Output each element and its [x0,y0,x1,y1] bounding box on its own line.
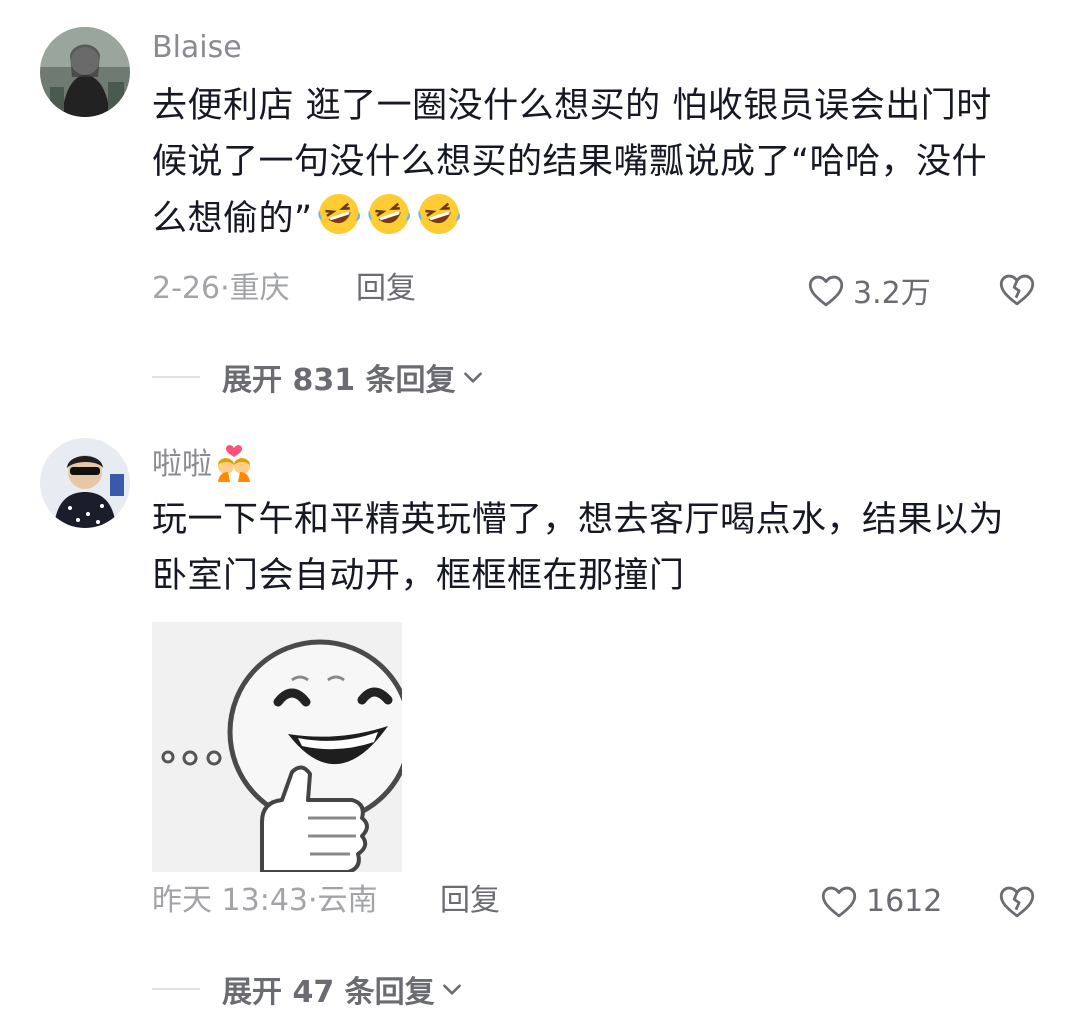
chevron-down-icon [463,372,482,383]
comment-text-fragment: 么想偷的” [152,199,313,239]
expand-replies-label: 展开 831 条回复 [222,363,456,398]
kissing-couple-emoji [218,445,250,482]
comment-meta: 昨天 13:43·云南 [152,881,378,921]
rofl-emoji [318,194,360,234]
username-text: 啦啦 [152,447,212,482]
avatar[interactable] [40,27,130,117]
broken-heart-icon [999,886,1035,918]
expand-replies-button[interactable]: 展开 831 条回复 [152,355,486,399]
username[interactable]: 啦啦 [152,442,254,483]
comment-text-line: 玩一下午和平精英玩懵了，想去客厅喝点水，结果以为 [152,500,1005,540]
meta-separator: · [220,271,230,306]
dislike-button[interactable] [996,880,1038,926]
comment-location: 云南 [317,883,378,918]
chevron-down-icon [442,984,461,995]
avatar[interactable] [40,438,130,528]
like-button[interactable]: 1612 [818,880,942,922]
comment-text-line-last: 么想偷的” [152,190,992,247]
comment-item: 啦啦 玩一下午和平精英玩懵了，想去客厅喝点水，结果以为 卧室门会自动开，框框框在… [0,400,1080,1029]
comment-meta: 2-26·重庆 [152,269,290,309]
rofl-emoji [418,194,460,234]
expand-replies-label: 展开 47 条回复 [222,975,435,1010]
comment-text: 去便利店 逛了一圈没什么想买的 怕收银员误会出门时 候说了一句没什么想买的结果嘴… [152,78,992,247]
comment-text-line: 卧室门会自动开，框框框在那撞门 [152,556,685,596]
reply-button[interactable]: 回复 [440,881,500,921]
username[interactable]: Blaise [152,30,242,66]
comment-item: Blaise 去便利店 逛了一圈没什么想买的 怕收银员误会出门时 候说了一句没什… [0,0,1080,400]
comment-location: 重庆 [229,271,290,306]
broken-heart-icon [999,274,1035,306]
heart-outline-icon [821,886,857,918]
like-count: 1612 [866,883,943,919]
comment-text: 玩一下午和平精英玩懵了，想去客厅喝点水，结果以为 卧室门会自动开，框框框在那撞门 [152,492,1004,604]
comment-date: 2-26 [152,271,221,306]
like-count: 3.2万 [853,276,931,311]
rofl-emoji [368,194,410,234]
expand-replies-button[interactable]: 展开 47 条回复 [152,967,465,1011]
laughing-thumbs-up-sticker[interactable] [152,622,402,872]
reply-button[interactable]: 回复 [356,269,416,309]
heart-outline-icon [808,275,844,307]
meta-separator: · [308,883,318,918]
divider-line [152,988,200,990]
dislike-button[interactable] [996,268,1038,314]
comment-text-line: 去便利店 逛了一圈没什么想买的 怕收银员误会出门时 [152,86,992,126]
comment-text-line: 候说了一句没什么想买的结果嘴瓢说成了“哈哈，没什 [152,142,988,182]
like-button[interactable]: 3.2万 [805,268,931,312]
divider-line [152,376,200,378]
comment-date: 昨天 13:43 [152,883,308,918]
